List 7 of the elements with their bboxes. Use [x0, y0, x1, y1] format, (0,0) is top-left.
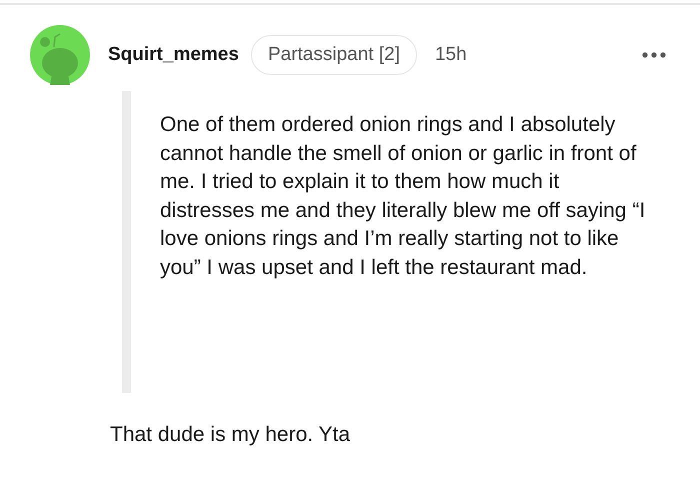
comment-text: That dude is my hero. Yta — [110, 422, 352, 448]
avatar-icon[interactable] — [30, 25, 90, 85]
timestamp: 15h — [434, 42, 467, 67]
more-options-icon[interactable] — [642, 52, 666, 58]
username[interactable]: Squirt_memes — [108, 40, 239, 70]
user-flair: Partassipant [2] — [250, 34, 417, 76]
quote-text: One of them ordered onion rings and I absolutely cannot handle the smell of onion or garlic in front of me. I tried to explain it to them how much it distresses me and they literally blew me off saying “I love onions rings and I’m really starting not to like you” I was upset and I left the restaurant mad. — [160, 112, 646, 280]
